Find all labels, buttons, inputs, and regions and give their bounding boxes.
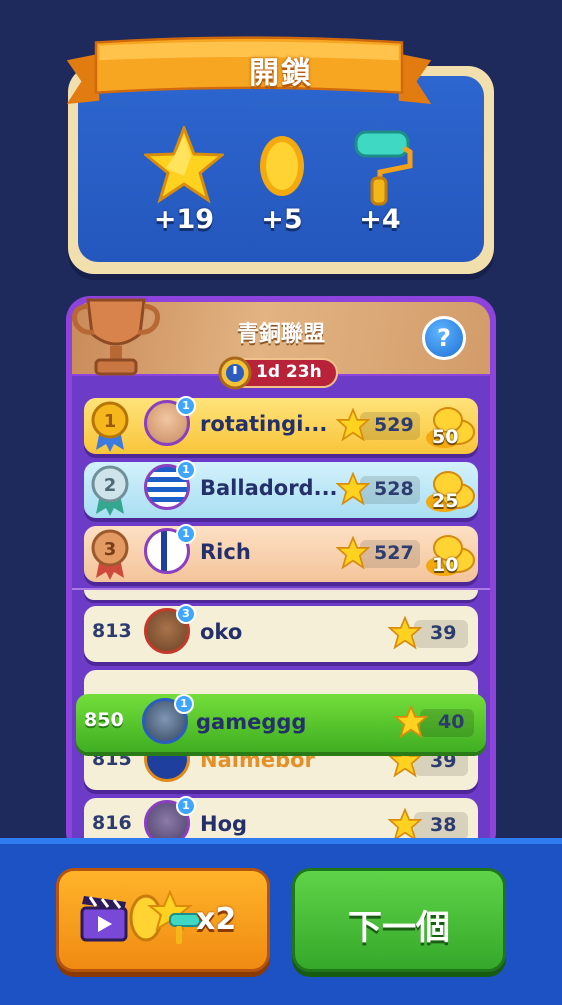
reward-star-value: +19 (153, 204, 215, 235)
level-badge: 1 (176, 460, 196, 480)
double-multiplier-label: x2 (196, 902, 237, 937)
clock-icon (218, 356, 252, 390)
star-icon (336, 536, 370, 570)
level-badge: 3 (176, 604, 196, 624)
player-name: Balladord... (200, 476, 338, 500)
top-row-3[interactable]: 3 1 Rich 527 10 (84, 524, 478, 582)
gold-medal-icon: 1 (91, 401, 129, 452)
level-badge: 1 (176, 524, 196, 544)
rank-number: 816 (92, 812, 132, 834)
star-icon (388, 616, 422, 650)
star-icon (388, 808, 422, 842)
rewards-bundle-icon (129, 889, 201, 944)
help-button[interactable]: ? (422, 316, 466, 360)
player-name: Rich (200, 540, 251, 564)
player-score: 38 (430, 814, 457, 836)
player-score: 528 (374, 478, 414, 500)
list-item (84, 590, 478, 600)
reward-coin-value: +5 (261, 204, 303, 235)
coin-reward-value: 10 (432, 554, 459, 576)
next-button-label: 下一個 (348, 908, 450, 948)
silver-medal-icon: 2 (91, 465, 129, 516)
coin-icon (260, 136, 304, 196)
player-name: oko (200, 620, 243, 644)
svg-text:3: 3 (104, 539, 117, 560)
reward-roller-value: +4 (359, 204, 401, 235)
star-icon (144, 126, 224, 204)
rank-number: 813 (92, 620, 132, 642)
star-icon (394, 705, 428, 739)
current-player-row[interactable]: 850 1 gameggg 40 (76, 694, 486, 752)
player-name: Hog (200, 812, 248, 836)
player-name: gameggg (196, 710, 307, 734)
player-score: 39 (430, 750, 457, 772)
video-clapper-icon (80, 896, 128, 942)
coin-reward-value: 50 (432, 426, 459, 448)
player-score: 39 (430, 622, 457, 644)
unlock-title: 開鎖 (249, 56, 313, 91)
level-badge: 1 (174, 694, 194, 714)
top-row-1[interactable]: 1 1 rotatingi... 529 50 (84, 396, 478, 454)
svg-text:2: 2 (104, 475, 117, 496)
star-icon (336, 408, 370, 442)
coin-reward-value: 25 (432, 490, 459, 512)
svg-text:1: 1 (104, 411, 117, 432)
star-icon (336, 472, 370, 506)
top-row-2[interactable]: 2 1 Balladord... 528 25 (84, 460, 478, 518)
paint-roller-icon (354, 130, 413, 206)
player-score: 529 (374, 414, 414, 436)
player-name: rotatingi... (200, 412, 328, 436)
level-badge: 1 (176, 796, 196, 816)
level-badge: 1 (176, 396, 196, 416)
rank-number: 850 (84, 709, 124, 731)
timer-text: 1d 23h (256, 362, 322, 382)
bronze-medal-icon: 3 (91, 529, 129, 580)
player-score: 40 (438, 711, 465, 733)
player-score: 527 (374, 542, 414, 564)
list-item[interactable]: 813 3 oko 39 (84, 604, 478, 662)
